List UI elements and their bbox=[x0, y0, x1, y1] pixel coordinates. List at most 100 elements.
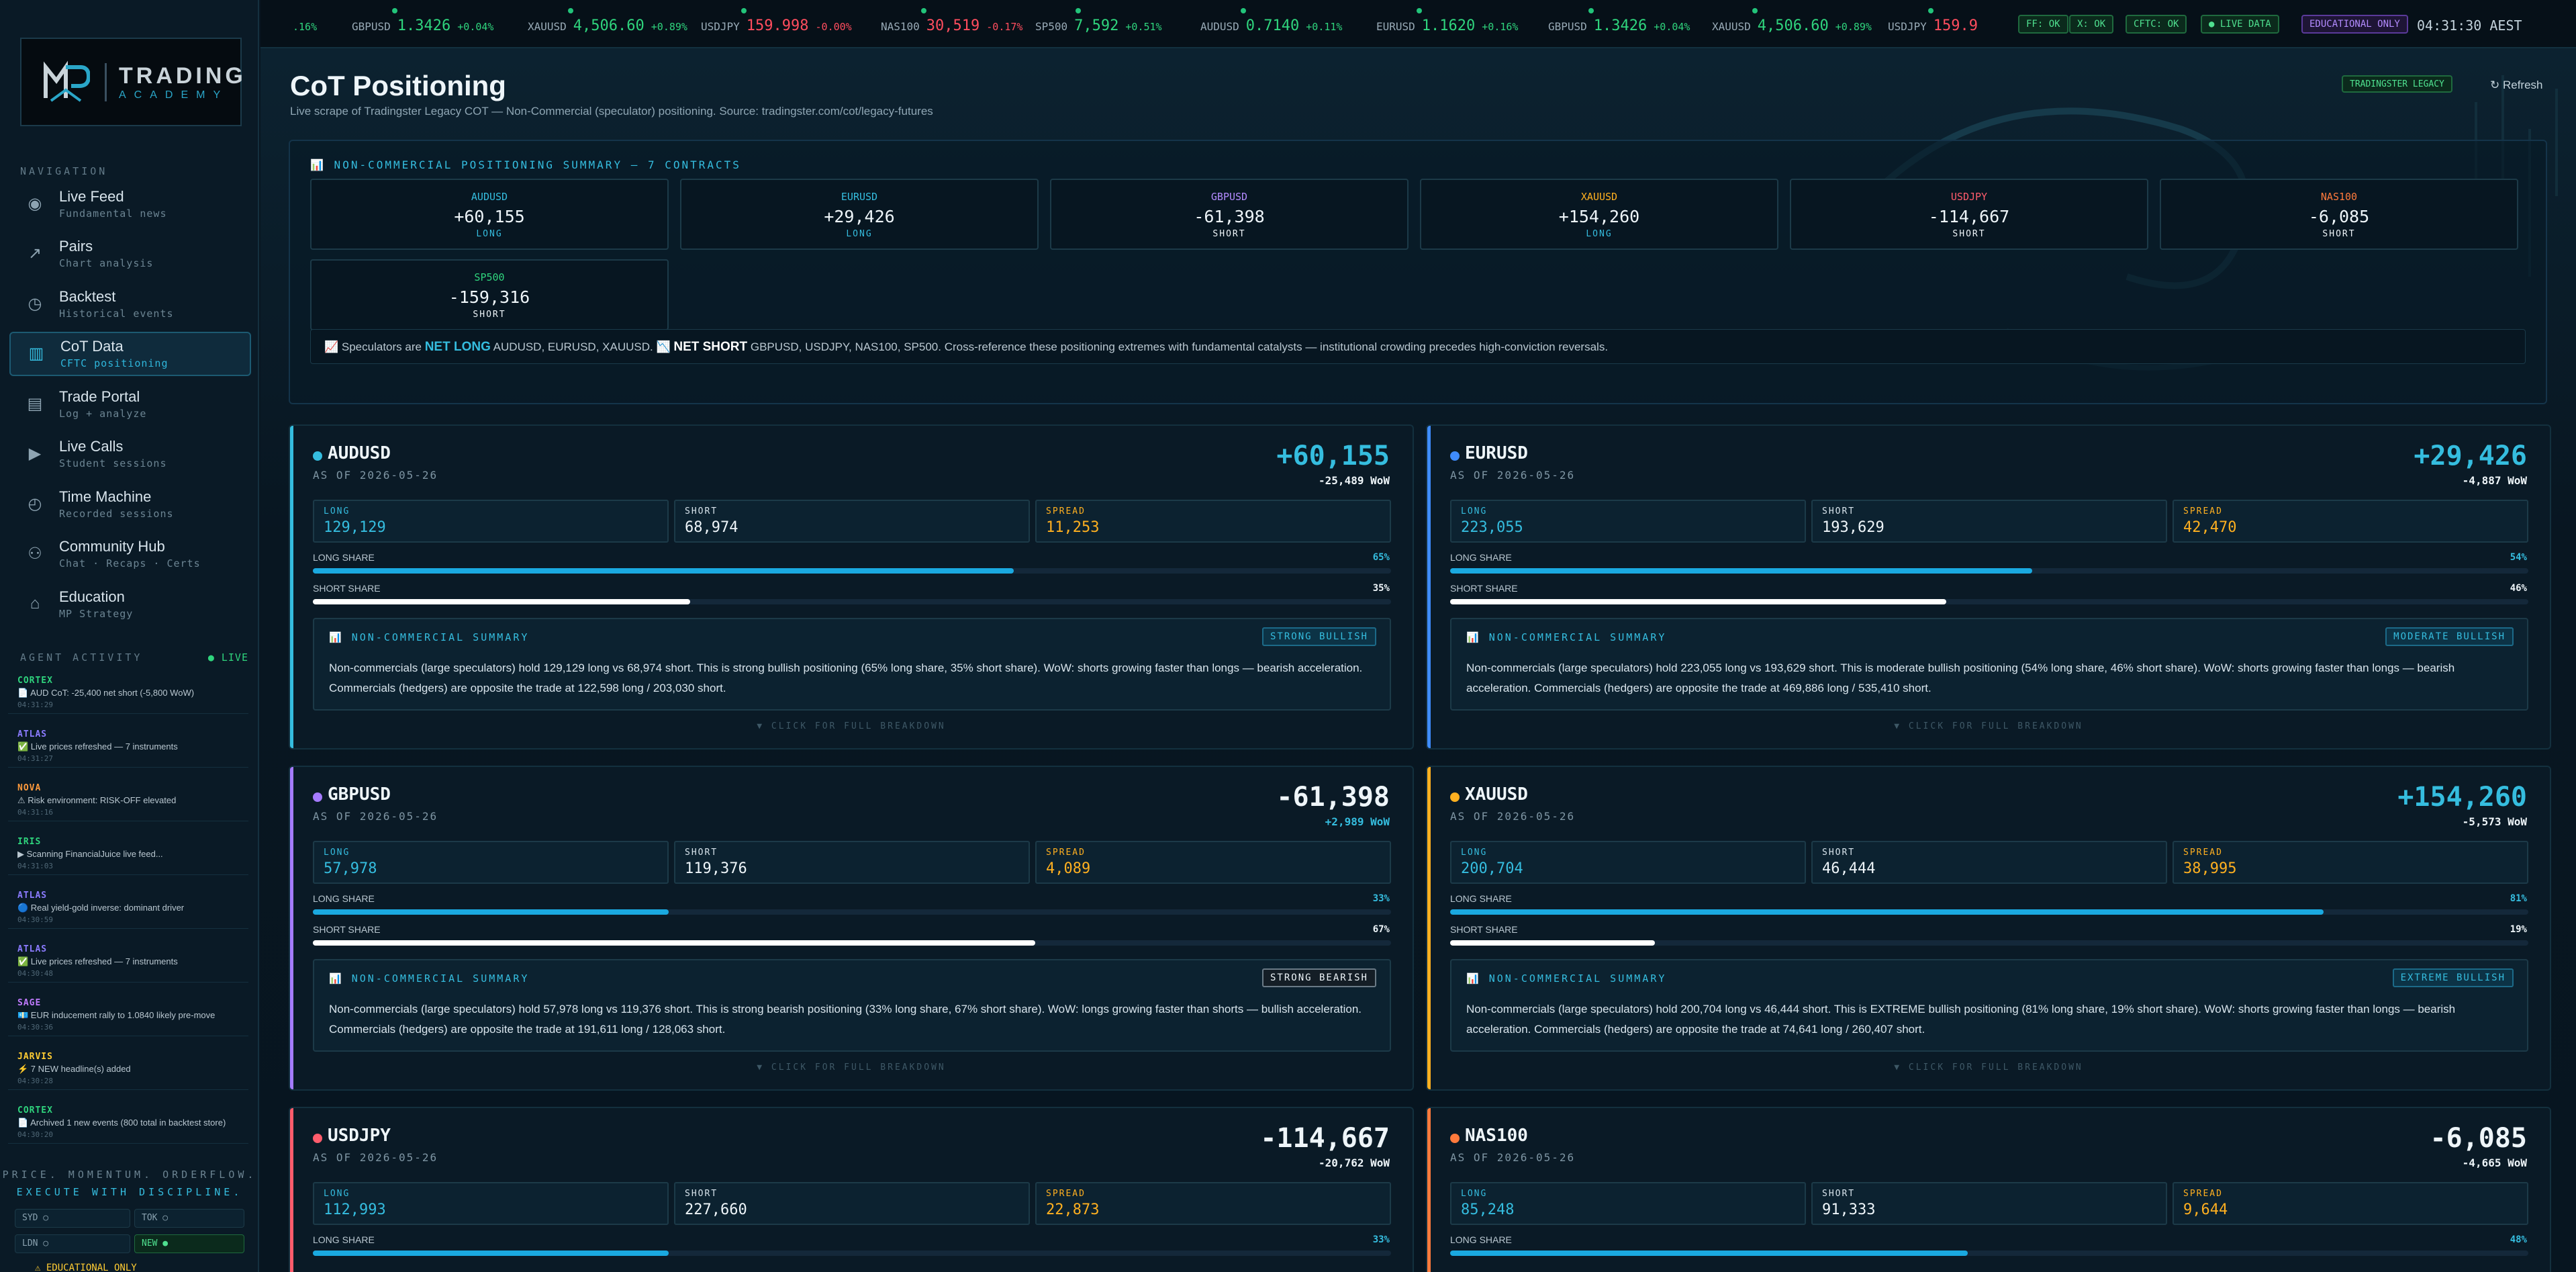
ticker-item[interactable]: SP500 7,592 +0.51% bbox=[1035, 17, 1162, 34]
session-pill-ldn[interactable]: LDN ○ bbox=[15, 1234, 130, 1253]
sidebar-item-community-hub[interactable]: ⚇ Community Hub Chat · Recaps · Certs bbox=[9, 532, 251, 576]
sidebar-item-sub: MP Strategy bbox=[59, 607, 134, 620]
long-share-fill bbox=[1450, 909, 2324, 915]
ticker-item[interactable]: USDJPY 159.9 bbox=[1888, 17, 1985, 34]
ticker-symbol: NAS100 bbox=[881, 20, 920, 33]
ticker-item[interactable]: XAUUSD 4,506.60 +0.89% bbox=[528, 17, 687, 34]
activity-message: 🔵 Real yield-gold inverse: dominant driv… bbox=[17, 903, 185, 913]
logo[interactable]: TRADING ACADEMY bbox=[20, 38, 243, 126]
ticker-symbol: EURUSD bbox=[1376, 20, 1415, 33]
sidebar-item-time-machine[interactable]: ◴ Time Machine Recorded sessions bbox=[9, 482, 251, 526]
chart-icon: ↗ bbox=[28, 244, 42, 263]
net-long-label: NET LONG bbox=[424, 340, 491, 354]
instrument-card-eurusd[interactable]: EURUSD AS OF 2026-05-26 +29,426 -4,887 WoW L… bbox=[1426, 424, 2551, 749]
edu-warning: ⚠ EDUCATIONAL ONLY bbox=[35, 1263, 137, 1272]
users-icon: ⚇ bbox=[28, 545, 42, 563]
ticker-item[interactable]: XAUUSD 4,506.60 +0.89% bbox=[1712, 17, 1872, 34]
ticker-item[interactable]: NAS100 30,519 -0.17% bbox=[881, 17, 1022, 34]
activity-item[interactable]: CORTEX 📄 AUD CoT: -25,400 net short (-5,8… bbox=[8, 672, 248, 714]
full-breakdown-button[interactable]: ▼ CLICK FOR FULL BREAKDOWN bbox=[290, 1062, 1413, 1073]
ticker-change: +0.04% bbox=[1654, 21, 1690, 33]
video-icon: ▶ bbox=[28, 445, 42, 463]
activity-section-label: AGENT ACTIVITY ● LIVE bbox=[20, 651, 248, 664]
sidebar-item-live-calls[interactable]: ▶ Live Calls Student sessions bbox=[9, 432, 251, 476]
ticker-item[interactable]: USDJPY 159.998 -0.00% bbox=[701, 17, 852, 34]
sidebar-item-text: Trade Portal Log + analyze bbox=[59, 388, 146, 420]
summary-card-nas100[interactable]: NAS100 -6,085 SHORT bbox=[2160, 179, 2518, 250]
summary-card-value: -159,316 bbox=[448, 287, 530, 307]
instrument-card-xauusd[interactable]: XAUUSD AS OF 2026-05-26 +154,260 -5,573 WoW… bbox=[1426, 766, 2551, 1091]
activity-time: 04:30:36 bbox=[17, 1023, 53, 1032]
wow-change: +2,989 WoW bbox=[1325, 815, 1390, 828]
ticker-item[interactable]: .16% bbox=[279, 17, 317, 34]
ticker-price: 4,506.60 bbox=[1757, 17, 1829, 34]
ticker-live-dot bbox=[392, 8, 397, 13]
long-share-bar bbox=[313, 909, 1391, 915]
stat-label: SHORT bbox=[685, 848, 718, 858]
session-pill-syd[interactable]: SYD ○ bbox=[15, 1209, 130, 1228]
sidebar-item-pairs[interactable]: ↗ Pairs Chart analysis bbox=[9, 232, 251, 276]
instrument-card-gbpusd[interactable]: GBPUSD AS OF 2026-05-26 -61,398 +2,989 WoW L… bbox=[289, 766, 1414, 1091]
instrument-card-nas100[interactable]: NAS100 AS OF 2026-05-26 -6,085 -4,665 WoW LO… bbox=[1426, 1107, 2551, 1272]
ticker-item[interactable]: GBPUSD 1.3426 +0.04% bbox=[352, 17, 493, 34]
activity-item[interactable]: JARVIS ⚡ 7 NEW headline(s) added 04:30:28 bbox=[8, 1048, 248, 1090]
card-accent-bar bbox=[290, 767, 293, 1089]
summary-card-usdjpy[interactable]: USDJPY -114,667 SHORT bbox=[1790, 179, 2148, 250]
full-breakdown-button[interactable]: ▼ CLICK FOR FULL BREAKDOWN bbox=[1427, 721, 2550, 731]
ticker-change: -0.00% bbox=[815, 21, 852, 33]
full-breakdown-button[interactable]: ▼ CLICK FOR FULL BREAKDOWN bbox=[290, 721, 1413, 731]
activity-item[interactable]: ATLAS ✅ Live prices refreshed — 7 instrum… bbox=[8, 725, 248, 768]
sidebar-item-cot-data[interactable]: ▥ CoT Data CFTC positioning bbox=[9, 331, 251, 376]
summary-card-gbpusd[interactable]: GBPUSD -61,398 SHORT bbox=[1050, 179, 1409, 250]
sidebar-item-live-feed[interactable]: ◉ Live Feed Fundamental news bbox=[9, 181, 251, 226]
stat-label: LONG bbox=[324, 506, 350, 516]
activity-item[interactable]: ATLAS ✅ Live prices refreshed — 7 instrum… bbox=[8, 940, 248, 983]
ticker-item[interactable]: EURUSD 1.1620 +0.16% bbox=[1376, 17, 1518, 34]
sentiment-badge: MODERATE BULLISH bbox=[2385, 627, 2514, 646]
ticker-change: +0.51% bbox=[1125, 21, 1162, 33]
sidebar-item-trade-portal[interactable]: ▤ Trade Portal Log + analyze bbox=[9, 381, 251, 426]
summary-card-xauusd[interactable]: XAUUSD +154,260 LONG bbox=[1420, 179, 1778, 250]
sidebar-item-backtest[interactable]: ◷ Backtest Historical events bbox=[9, 281, 251, 326]
net-short-icon: 📉 bbox=[656, 340, 671, 353]
summary-card-symbol: AUDUSD bbox=[471, 191, 508, 203]
ncs-heading: 📊 NON-COMMERCIAL SUMMARY bbox=[1466, 631, 1667, 643]
activity-agent: ATLAS bbox=[17, 944, 48, 954]
long-share-fill bbox=[313, 909, 669, 915]
sidebar-item-sub: CFTC positioning bbox=[60, 357, 169, 369]
ticker-live-dot bbox=[921, 8, 926, 13]
wow-change: -5,573 WoW bbox=[2462, 815, 2527, 828]
sidebar: TRADING ACADEMY NAVIGATION ◉ Live Feed Fun… bbox=[0, 0, 259, 1272]
summary-card-eurusd[interactable]: EURUSD +29,426 LONG bbox=[680, 179, 1039, 250]
wow-change: -20,762 WoW bbox=[1319, 1156, 1390, 1169]
stat-value: 11,253 bbox=[1046, 519, 1100, 536]
session-pill-new[interactable]: NEW ● bbox=[134, 1234, 244, 1253]
ticker-item[interactable]: GBPUSD 1.3426 +0.04% bbox=[1548, 17, 1690, 34]
sidebar-item-education[interactable]: ⌂ Education MP Strategy bbox=[9, 582, 251, 626]
stat-long: LONG 129,129 bbox=[313, 500, 669, 543]
session-pill-tok[interactable]: TOK ○ bbox=[134, 1209, 244, 1228]
wow-change: -4,665 WoW bbox=[2462, 1156, 2527, 1169]
summary-card-value: +154,260 bbox=[1558, 207, 1640, 226]
graduation-cap-icon: ⌂ bbox=[30, 594, 40, 612]
logo-mark-icon bbox=[42, 60, 91, 103]
full-breakdown-button[interactable]: ▼ CLICK FOR FULL BREAKDOWN bbox=[1427, 1062, 2550, 1073]
refresh-button[interactable]: ↻ Refresh bbox=[2483, 75, 2550, 95]
activity-item[interactable]: SAGE 💶 EUR inducement rally to 1.0840 lik… bbox=[8, 994, 248, 1036]
summary-card-audusd[interactable]: AUDUSD +60,155 LONG bbox=[310, 179, 669, 250]
instrument-card-usdjpy[interactable]: USDJPY AS OF 2026-05-26 -114,667 -20,762 Wo… bbox=[289, 1107, 1414, 1272]
summary-card-sp500[interactable]: SP500 -159,316 SHORT bbox=[310, 259, 669, 330]
activity-item[interactable]: ATLAS 🔵 Real yield-gold inverse: dominant… bbox=[8, 887, 248, 929]
long-share-pct: 33% bbox=[1372, 893, 1390, 904]
instrument-card-audusd[interactable]: AUDUSD AS OF 2026-05-26 +60,155 -25,489 WoW… bbox=[289, 424, 1414, 749]
short-share-label: SHORT SHARE bbox=[313, 924, 381, 935]
activity-time: 04:30:20 bbox=[17, 1130, 53, 1139]
activity-item[interactable]: CORTEX 📄 Archived 1 new events (800 total… bbox=[8, 1101, 248, 1144]
ticker-item[interactable]: AUDUSD 0.7140 +0.11% bbox=[1200, 17, 1342, 34]
activity-message: 📄 Archived 1 new events (800 total in ba… bbox=[17, 1118, 226, 1128]
activity-item[interactable]: NOVA ⚠ Risk environment: RISK-OFF elevate… bbox=[8, 779, 248, 821]
summary-card-symbol: USDJPY bbox=[1950, 191, 1988, 203]
net-position: +154,260 bbox=[2397, 782, 2527, 813]
activity-item[interactable]: IRIS ▶ Scanning FinancialJuice live feed.… bbox=[8, 833, 248, 875]
tagline-2: EXECUTE WITH DISCIPLINE. bbox=[16, 1186, 243, 1198]
